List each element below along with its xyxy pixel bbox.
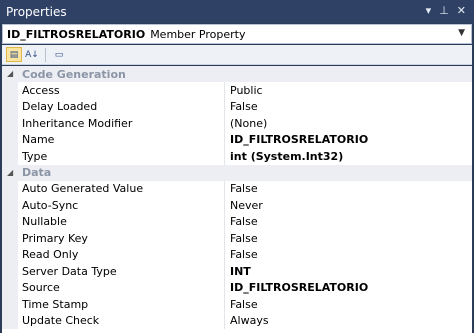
property-name: Name: [18, 131, 225, 148]
chevron-down-icon[interactable]: ▼: [458, 28, 465, 38]
property-name: Auto Generated Value: [18, 180, 225, 197]
property-value[interactable]: False: [225, 99, 472, 116]
property-value[interactable]: ID_FILTROSRELATORIO: [225, 280, 472, 297]
property-name: Update Check: [18, 312, 225, 329]
row-gutter: [2, 263, 18, 280]
property-value[interactable]: ID_FILTROSRELATORIO: [225, 132, 472, 149]
property-name: Server Data Type: [18, 263, 225, 280]
alphabetical-icon[interactable]: A↓: [24, 47, 40, 62]
title-tools: ▾ ⊥ ✕: [426, 4, 466, 17]
property-row[interactable]: Auto-Sync Never: [2, 197, 472, 214]
property-name: Nullable: [18, 213, 225, 230]
property-row[interactable]: Type int (System.Int32): [2, 148, 472, 165]
property-value[interactable]: False: [225, 214, 472, 231]
property-value[interactable]: False: [225, 296, 472, 313]
property-name: Access: [18, 82, 225, 99]
property-name: Type: [18, 148, 225, 165]
property-name: Time Stamp: [18, 296, 225, 313]
property-row[interactable]: Delay Loaded False: [2, 98, 472, 116]
property-value[interactable]: (None): [225, 115, 472, 132]
property-value[interactable]: int (System.Int32): [225, 148, 472, 165]
category-label: Data: [22, 166, 52, 179]
row-gutter: [2, 148, 18, 165]
row-gutter: [2, 213, 18, 230]
collapse-triangle-icon[interactable]: ◢: [7, 69, 13, 78]
row-gutter: [2, 197, 18, 214]
property-row[interactable]: Read Only False: [2, 246, 472, 264]
row-gutter: [2, 246, 18, 263]
property-value[interactable]: Public: [225, 82, 472, 99]
category-label: Code Generation: [22, 67, 126, 81]
toolbar-separator: [45, 47, 46, 62]
close-icon[interactable]: ✕: [457, 4, 466, 17]
property-value[interactable]: Never: [225, 197, 472, 214]
properties-panel: Properties ▾ ⊥ ✕ ID_FILTROSRELATORIO Mem…: [0, 0, 474, 333]
row-gutter: [2, 82, 18, 99]
property-name: Primary Key: [18, 230, 225, 247]
collapse-triangle-icon[interactable]: ◢: [7, 168, 13, 177]
row-gutter: [2, 279, 18, 296]
property-value[interactable]: False: [225, 230, 472, 247]
property-value[interactable]: INT: [225, 263, 472, 280]
property-row[interactable]: Server Data Type INT: [2, 263, 472, 280]
property-row[interactable]: Nullable False: [2, 213, 472, 231]
category-code-generation[interactable]: ◢ Code Generation: [2, 66, 472, 82]
row-gutter: [2, 131, 18, 148]
property-value[interactable]: False: [225, 247, 472, 264]
properties-toolbar: ▤ A↓ ▭: [2, 45, 472, 65]
dropdown-arrow-icon[interactable]: ▾: [426, 4, 432, 17]
property-row[interactable]: Source ID_FILTROSRELATORIO: [2, 279, 472, 297]
property-row[interactable]: Primary Key False: [2, 230, 472, 247]
object-selector[interactable]: ID_FILTROSRELATORIO Member Property ▼: [2, 24, 472, 44]
property-row[interactable]: Access Public: [2, 82, 472, 99]
property-pages-icon[interactable]: ▭: [51, 47, 67, 62]
categorized-icon[interactable]: ▤: [6, 47, 22, 62]
row-gutter: [2, 312, 18, 329]
property-value[interactable]: False: [225, 181, 472, 198]
row-gutter: [2, 180, 18, 197]
row-gutter: [2, 98, 18, 115]
property-name: Read Only: [18, 246, 225, 263]
property-row[interactable]: Update Check Always: [2, 312, 472, 330]
property-row[interactable]: Inheritance Modifier (None): [2, 115, 472, 132]
property-row[interactable]: Auto Generated Value False: [2, 180, 472, 198]
title-bar[interactable]: Properties ▾ ⊥ ✕: [0, 0, 474, 23]
property-grid: ◢ Code Generation Access Public Delay Loa…: [2, 66, 472, 333]
object-name: ID_FILTROSRELATORIO: [7, 27, 146, 41]
pin-icon[interactable]: ⊥: [439, 4, 449, 17]
property-row[interactable]: Name ID_FILTROSRELATORIO: [2, 131, 472, 149]
property-name: Auto-Sync: [18, 197, 225, 214]
category-data[interactable]: ◢ Data: [2, 164, 472, 181]
property-value[interactable]: Always: [225, 313, 472, 330]
row-gutter: [2, 115, 18, 132]
property-name: Inheritance Modifier: [18, 115, 225, 132]
property-row[interactable]: Time Stamp False: [2, 296, 472, 313]
window-title: Properties: [6, 4, 67, 19]
row-gutter: [2, 296, 18, 313]
object-type: Member Property: [150, 27, 246, 41]
property-name: Source: [18, 279, 225, 296]
property-name: Delay Loaded: [18, 98, 225, 115]
row-gutter: [2, 230, 18, 247]
